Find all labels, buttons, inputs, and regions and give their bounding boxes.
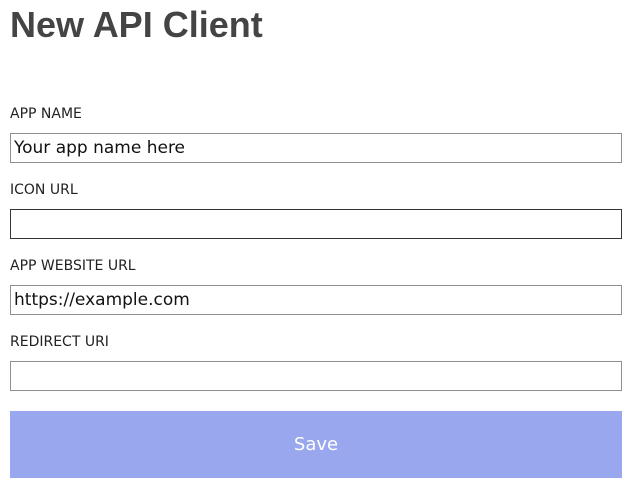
icon-url-input[interactable] bbox=[10, 209, 622, 239]
app-website-url-label: APP WEBSITE URL bbox=[10, 258, 136, 274]
app-name-label: APP NAME bbox=[10, 106, 82, 122]
redirect-uri-input[interactable] bbox=[10, 361, 622, 391]
page-title: New API Client bbox=[10, 4, 263, 45]
app-name-input[interactable] bbox=[10, 133, 622, 163]
redirect-uri-label: REDIRECT URI bbox=[10, 334, 109, 350]
app-website-url-input[interactable] bbox=[10, 285, 622, 315]
icon-url-label: ICON URL bbox=[10, 182, 78, 198]
save-button[interactable]: Save bbox=[10, 411, 622, 478]
